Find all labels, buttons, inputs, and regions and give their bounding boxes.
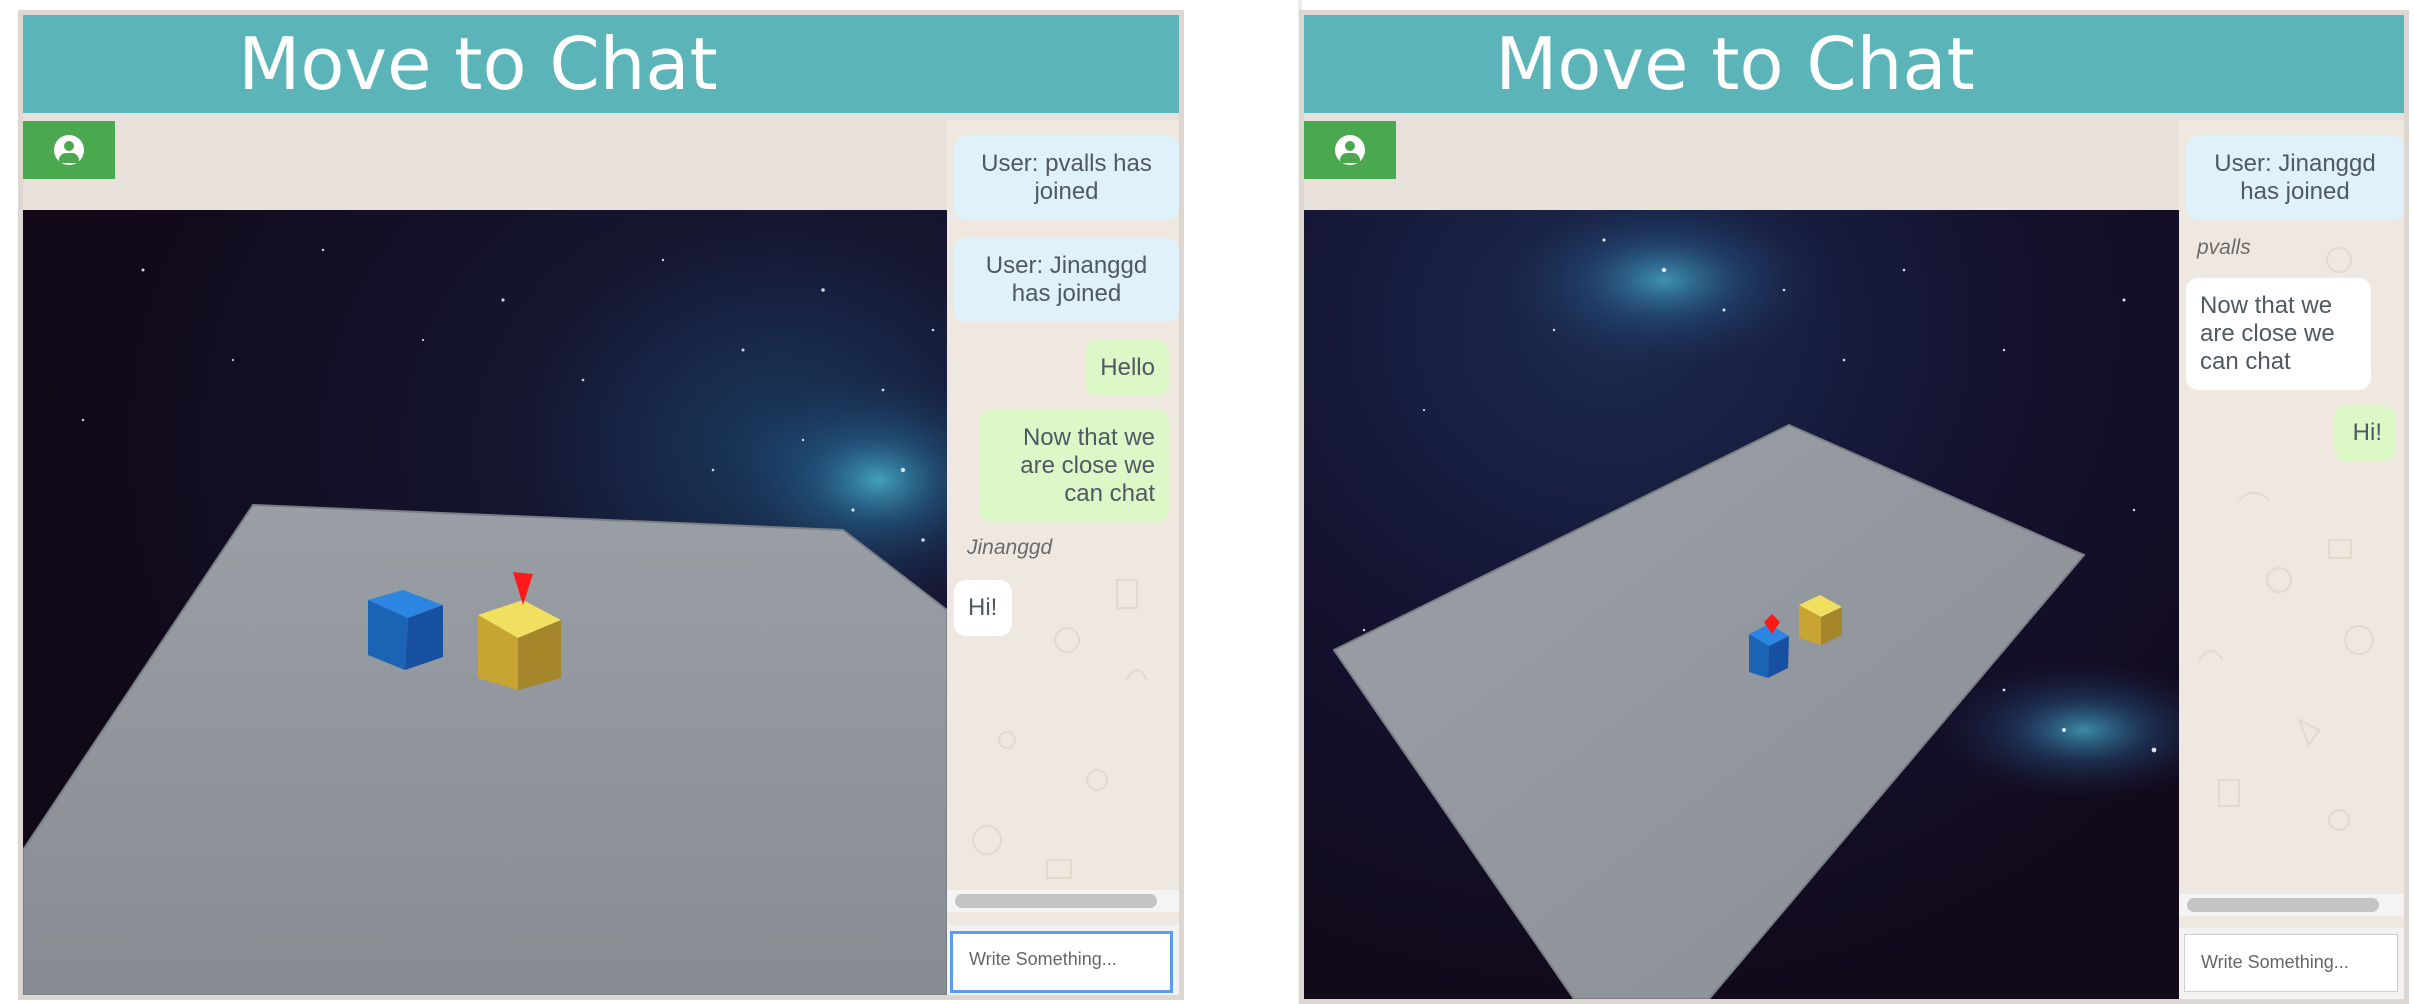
scene-svg <box>1304 210 2179 999</box>
message-input[interactable]: Write Something... <box>2184 934 2398 992</box>
user-button[interactable] <box>1304 121 1396 179</box>
3d-scene-canvas[interactable] <box>23 210 947 995</box>
message-incoming: Hi! <box>954 580 1012 636</box>
3d-scene-canvas[interactable] <box>1304 210 2179 999</box>
message-system: User: pvalls has joined <box>954 136 1179 220</box>
sender-name: pvalls <box>2197 236 2251 259</box>
app-title: Move to Chat <box>238 22 718 106</box>
user-circle-icon <box>1335 135 1365 165</box>
chat-scrollbar[interactable] <box>2179 894 2404 916</box>
message-outgoing: Hello <box>1085 340 1169 396</box>
scene-svg <box>23 210 947 995</box>
app-title: Move to Chat <box>1495 22 1975 106</box>
title-bar: Move to Chat <box>23 15 1179 113</box>
user-circle-icon <box>54 135 84 165</box>
message-system: User: Jinanggd has joined <box>2186 136 2404 220</box>
title-bar: Move to Chat <box>1304 15 2404 113</box>
scrollbar-thumb[interactable] <box>2187 898 2379 912</box>
yellow-cube <box>478 600 561 690</box>
message-input[interactable]: Write Something... <box>950 931 1173 993</box>
sender-name: Jinanggd <box>967 536 1053 559</box>
message-outgoing: Now that we are close we can chat <box>979 410 1169 522</box>
chat-scrollbar[interactable] <box>947 890 1179 912</box>
message-incoming: Now that we are close we can chat <box>2186 278 2371 390</box>
chat-app-window-right: Move to Chat User: Jinanggd has joined p… <box>1299 10 2409 1004</box>
scrollbar-thumb[interactable] <box>955 894 1157 908</box>
blue-cube <box>368 590 443 670</box>
input-area: Write Something... <box>947 925 1179 995</box>
input-area: Write Something... <box>2179 928 2404 999</box>
chat-panel: User: Jinanggd has joined pvalls Now tha… <box>2179 120 2404 999</box>
chat-app-window-left: Move to Chat User: pvalls has joined Use… <box>18 10 1184 1000</box>
message-outgoing: Hi! <box>2334 405 2396 461</box>
user-button[interactable] <box>23 121 115 179</box>
chat-panel: User: pvalls has joined User: Jinanggd h… <box>947 120 1179 995</box>
message-system: User: Jinanggd has joined <box>954 238 1179 322</box>
